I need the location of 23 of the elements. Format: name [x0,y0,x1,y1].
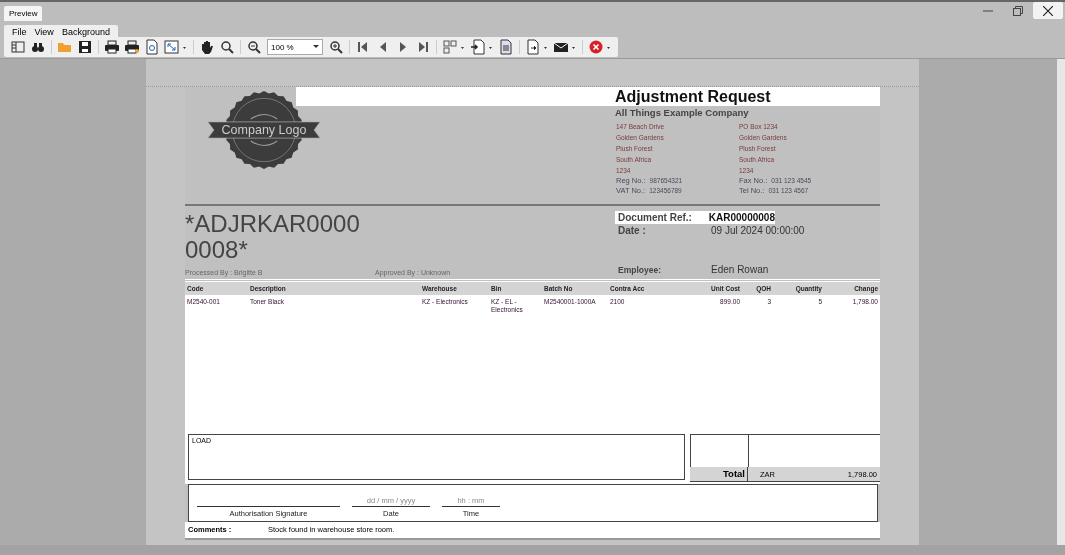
close-icon[interactable] [1033,2,1063,19]
horizontal-scrollbar[interactable] [0,545,1065,555]
menu-item[interactable]: Background [61,27,110,37]
total-label: Total [690,467,748,481]
field-value: KAR00000008 [708,212,775,223]
document-title: Adjustment Request [615,87,771,106]
menu-item[interactable]: View [34,27,54,37]
company-name: All Things Example Company [615,107,750,118]
field-label: Date : [617,225,647,236]
preview-tab[interactable]: Preview [4,6,43,21]
zoom-dropdown[interactable]: 100 % [267,39,323,55]
logo-text: Company Logo [221,123,307,138]
field-label: Document Ref.: [617,212,693,223]
menu-item[interactable]: File [12,27,27,37]
print-icon[interactable] [102,38,122,56]
panel-icon[interactable] [8,38,28,56]
field-value: Eden Rowan [711,264,769,275]
print-icon[interactable] [122,38,142,56]
vertical-scrollbar[interactable] [1057,59,1065,545]
barcode-text: *ADJRKAR00000008* [185,211,361,263]
caret-icon [313,45,319,49]
field-label: Employee: [617,264,662,275]
field-value: 09 Jul 2024 00:00:00 [711,225,805,236]
